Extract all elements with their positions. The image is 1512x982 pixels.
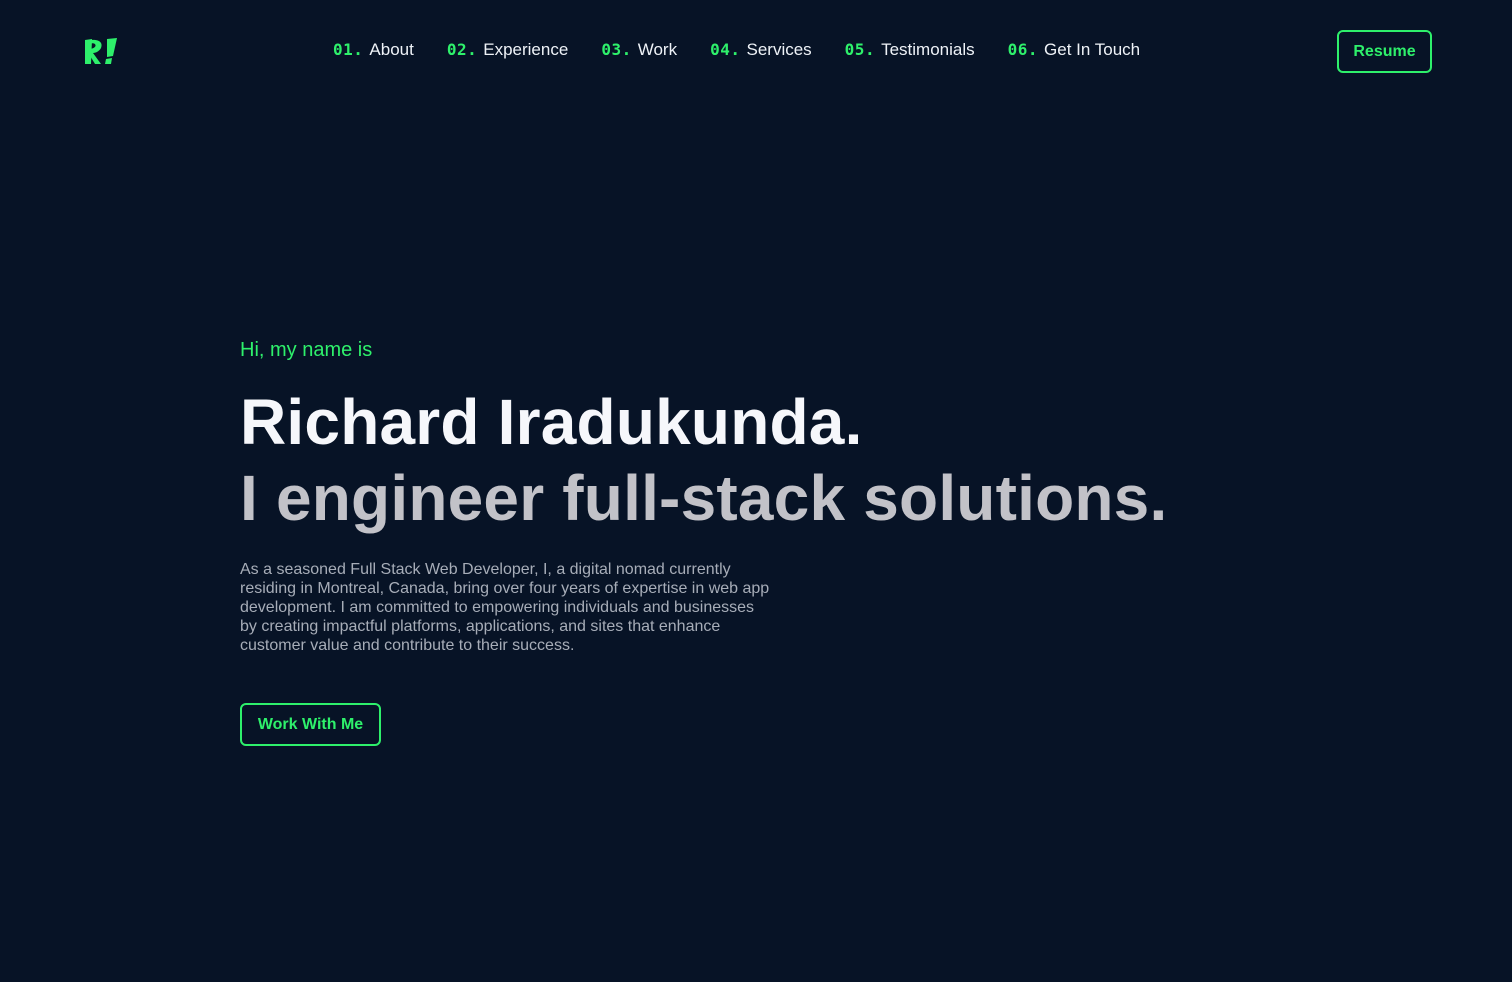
hero-name: Richard Iradukunda. (240, 386, 863, 458)
hero-section: Hi, my name is Richard Iradukunda. I eng… (240, 334, 1270, 746)
nav-number: 04. (710, 40, 741, 59)
resume-button[interactable]: Resume (1337, 30, 1432, 73)
nav-label: Get In Touch (1044, 40, 1141, 59)
nav-item-testimonials[interactable]: 05. Testimonials (845, 39, 975, 61)
nav-item-about[interactable]: 01. About (333, 39, 414, 61)
site-header: 01. About 02. Experience 03. Work 04. Se… (0, 0, 1512, 104)
logo[interactable] (82, 35, 118, 67)
nav-item-services[interactable]: 04. Services (710, 39, 812, 61)
hero-tagline: I engineer full-stack solutions. (240, 462, 1168, 534)
nav-label: Experience (483, 40, 569, 59)
logo-mark-icon (85, 38, 117, 64)
nav-number: 02. (446, 40, 478, 59)
nav-number: 05. (844, 40, 876, 59)
nav-label: Testimonials (881, 40, 975, 59)
work-with-me-button[interactable]: Work With Me (240, 703, 381, 746)
nav-label: About (369, 40, 414, 59)
nav-label: Work (637, 40, 678, 59)
nav-number: 01. (333, 40, 364, 59)
hero-intro: Hi, my name is (240, 339, 373, 361)
nav-number: 06. (1007, 40, 1039, 59)
hero-description: As a seasoned Full Stack Web Developer, … (240, 561, 770, 654)
nav-number: 03. (601, 40, 632, 59)
nav-label: Services (746, 40, 812, 59)
nav-item-experience[interactable]: 02. Experience (447, 39, 568, 61)
main-nav: 01. About 02. Experience 03. Work 04. Se… (333, 39, 1140, 61)
nav-item-get-in-touch[interactable]: 06. Get In Touch (1008, 39, 1141, 61)
nav-item-work[interactable]: 03. Work (601, 39, 677, 61)
